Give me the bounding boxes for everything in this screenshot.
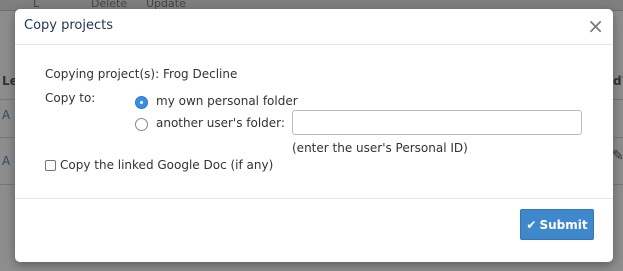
project-name: Frog Decline	[163, 67, 238, 81]
close-button[interactable]: ×	[587, 14, 604, 38]
radio-other-user-folder[interactable]	[135, 118, 148, 131]
copy-to-label: Copy to:	[45, 91, 96, 105]
radio-own-folder-label[interactable]: my own personal folder	[156, 94, 298, 108]
background-column-header-right: d?	[613, 74, 623, 88]
dialog-header: Copy projects ×	[15, 9, 613, 45]
dialog-title: Copy projects	[24, 18, 114, 33]
radio-other-user-folder-label[interactable]: another user's folder:	[156, 116, 285, 130]
submit-button[interactable]: ✔ Submit	[520, 209, 594, 240]
background-row-link: A	[2, 154, 11, 168]
submit-label: Submit	[539, 217, 588, 232]
dialog-body: Copying project(s): Frog Decline Copy to…	[15, 45, 613, 199]
personal-id-hint: (enter the user's Personal ID)	[292, 141, 468, 155]
checkmark-icon: ✔	[526, 217, 537, 232]
copying-label: Copying project(s):	[45, 67, 160, 81]
copy-projects-dialog: Copy projects × Copying project(s): Frog…	[15, 9, 613, 262]
radio-own-folder[interactable]	[135, 96, 148, 109]
personal-id-input[interactable]	[292, 110, 582, 135]
copy-doc-checkbox[interactable]	[45, 160, 56, 171]
background-row-link: A	[2, 108, 11, 122]
pencil-icon: ✎	[612, 148, 623, 164]
copy-doc-label[interactable]: Copy the linked Google Doc (if any)	[60, 158, 273, 172]
